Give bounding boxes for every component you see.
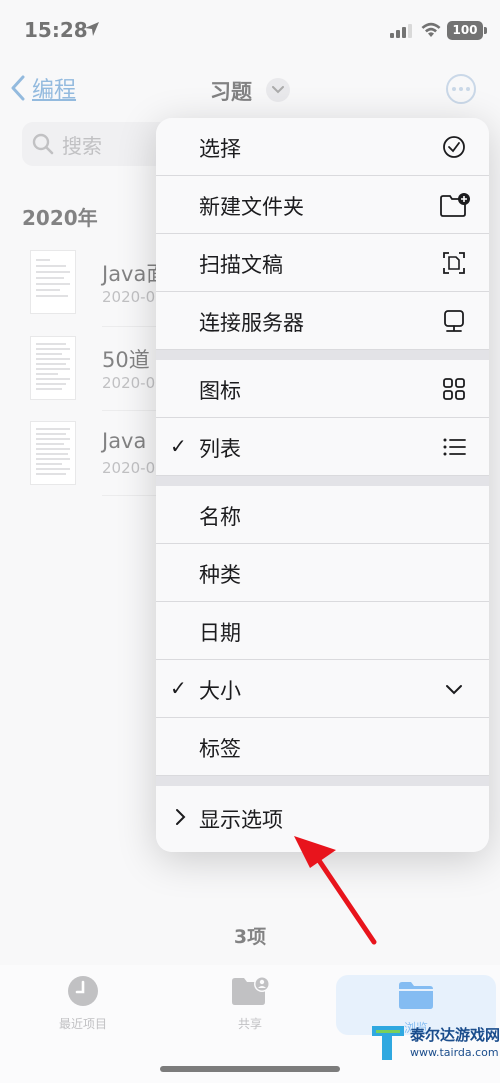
menu-item-sort-size[interactable]: ✓ 大小 (156, 660, 489, 718)
checkmark-icon: ✓ (170, 676, 187, 700)
menu-item-label: 扫描文稿 (199, 253, 283, 277)
menu-item-label: 名称 (199, 505, 241, 529)
menu-item-new-folder[interactable]: 新建文件夹 (156, 176, 489, 234)
menu-item-sort-date[interactable]: 日期 (156, 602, 489, 660)
red-arrow-annotation (294, 836, 377, 945)
menu-item-select[interactable]: 选择 (156, 118, 489, 176)
context-menu: 选择 新建文件夹 扫描文稿 连接服务器 图标 ✓ 列表 名称 种类 日期 ✓ 大… (156, 118, 489, 852)
menu-item-sort-kind[interactable]: 种类 (156, 544, 489, 602)
menu-item-label: 图标 (199, 379, 241, 403)
watermark-logo-icon (372, 1026, 404, 1060)
menu-item-sort-tags[interactable]: 标签 (156, 718, 489, 776)
chevron-right-icon (176, 809, 186, 825)
menu-item-label: 连接服务器 (199, 311, 304, 335)
scan-document-icon (443, 252, 465, 274)
watermark: 泰尔达游戏网 www.tairda.com (370, 1018, 500, 1078)
checkmark-icon: ✓ (170, 434, 187, 458)
menu-item-label: 日期 (199, 621, 241, 645)
list-icon (443, 438, 466, 456)
chevron-down-icon (446, 685, 462, 695)
menu-item-list[interactable]: ✓ 列表 (156, 418, 489, 476)
menu-item-label: 选择 (199, 137, 241, 161)
menu-item-label: 种类 (199, 563, 241, 587)
menu-item-connect-server[interactable]: 连接服务器 (156, 292, 489, 350)
server-icon (444, 310, 464, 332)
menu-section-separator (156, 350, 489, 360)
menu-item-label: 标签 (199, 737, 241, 761)
menu-item-icons[interactable]: 图标 (156, 360, 489, 418)
menu-item-label: 大小 (199, 679, 241, 703)
checkmark-circle-icon (443, 136, 465, 158)
menu-item-scan-documents[interactable]: 扫描文稿 (156, 234, 489, 292)
menu-item-label: 新建文件夹 (199, 195, 304, 219)
watermark-title: 泰尔达游戏网 (410, 1026, 500, 1044)
menu-item-sort-name[interactable]: 名称 (156, 486, 489, 544)
menu-item-label: 显示选项 (199, 808, 283, 832)
grid-icon (443, 378, 465, 400)
folder-add-icon (440, 193, 470, 217)
menu-item-label: 列表 (199, 437, 241, 461)
menu-section-separator (156, 476, 489, 486)
menu-section-separator (156, 776, 489, 786)
watermark-url: www.tairda.com (410, 1046, 499, 1059)
